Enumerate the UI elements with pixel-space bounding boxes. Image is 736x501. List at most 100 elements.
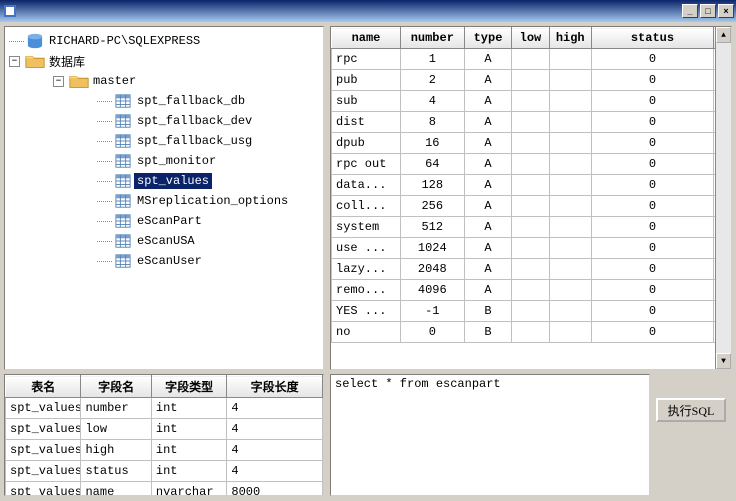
- table-row[interactable]: spt_valueslowint4: [6, 419, 323, 440]
- tree-label: spt_fallback_usg: [134, 133, 255, 149]
- tree-node[interactable]: spt_fallback_usg: [9, 131, 319, 151]
- cell: [512, 217, 549, 238]
- table-row[interactable]: rpc1A0: [332, 49, 731, 70]
- column-header[interactable]: name: [332, 28, 401, 49]
- sql-text: select * from escanpart: [335, 377, 501, 391]
- cell: A: [464, 49, 512, 70]
- table-row[interactable]: coll...256A0: [332, 196, 731, 217]
- cell: [512, 175, 549, 196]
- tree-node[interactable]: −master: [9, 71, 319, 91]
- tree-node[interactable]: eScanUser: [9, 251, 319, 271]
- column-header[interactable]: high: [549, 28, 591, 49]
- tree-view[interactable]: RICHARD-PC\SQLEXPRESS−数据库−masterspt_fall…: [4, 26, 324, 370]
- maximize-button[interactable]: □: [700, 4, 716, 18]
- sql-editor[interactable]: select * from escanpart: [330, 374, 650, 496]
- cell: [512, 301, 549, 322]
- tree-node[interactable]: spt_fallback_dev: [9, 111, 319, 131]
- cell: [549, 301, 591, 322]
- cell: [512, 322, 549, 343]
- cell: YES ...: [332, 301, 401, 322]
- cell: int: [151, 440, 226, 461]
- tree-node[interactable]: spt_fallback_db: [9, 91, 319, 111]
- minimize-button[interactable]: _: [682, 4, 698, 18]
- cell: [549, 154, 591, 175]
- tree-label: spt_values: [134, 173, 212, 189]
- cell: [549, 133, 591, 154]
- cell: spt_values: [6, 419, 81, 440]
- cell: [549, 322, 591, 343]
- cell: A: [464, 112, 512, 133]
- cell: [512, 133, 549, 154]
- table-icon: [112, 113, 134, 129]
- expander-icon[interactable]: −: [9, 56, 20, 67]
- cell: 0: [591, 217, 713, 238]
- tree-node[interactable]: − 数据库: [9, 51, 319, 71]
- column-header[interactable]: type: [464, 28, 512, 49]
- tree-node[interactable]: RICHARD-PC\SQLEXPRESS: [9, 31, 319, 51]
- cell: lazy...: [332, 259, 401, 280]
- cell: use ...: [332, 238, 401, 259]
- tree-label: 数据库: [46, 52, 88, 71]
- table-row[interactable]: YES ...-1B0: [332, 301, 731, 322]
- table-row[interactable]: spt_valuesnamenvarchar8000: [6, 482, 323, 497]
- tree-node[interactable]: spt_values: [9, 171, 319, 191]
- tree-node[interactable]: eScanUSA: [9, 231, 319, 251]
- table-row[interactable]: remo...4096A0: [332, 280, 731, 301]
- cell: [512, 259, 549, 280]
- cell: 0: [591, 175, 713, 196]
- cell: 0: [591, 133, 713, 154]
- column-header[interactable]: 字段类型: [151, 376, 226, 398]
- table-row[interactable]: no0B0: [332, 322, 731, 343]
- cell: data...: [332, 175, 401, 196]
- table-row[interactable]: use ...1024A0: [332, 238, 731, 259]
- cell: 0: [591, 112, 713, 133]
- cell: spt_values: [6, 461, 81, 482]
- table-icon: [112, 133, 134, 149]
- table-row[interactable]: dist8A0: [332, 112, 731, 133]
- scrollbar[interactable]: ▲ ▼: [715, 27, 731, 369]
- column-header[interactable]: 表名: [6, 376, 81, 398]
- cell: A: [464, 91, 512, 112]
- column-header[interactable]: 字段名: [81, 376, 151, 398]
- cell: 0: [591, 49, 713, 70]
- column-header[interactable]: number: [400, 28, 464, 49]
- tree-node[interactable]: MSreplication_options: [9, 191, 319, 211]
- cell: coll...: [332, 196, 401, 217]
- expander-icon[interactable]: −: [53, 76, 64, 87]
- column-header[interactable]: status: [591, 28, 713, 49]
- close-button[interactable]: ×: [718, 4, 734, 18]
- table-row[interactable]: spt_valuesnumberint4: [6, 398, 323, 419]
- cell: A: [464, 154, 512, 175]
- schema-grid[interactable]: 表名字段名字段类型字段长度spt_valuesnumberint4spt_val…: [4, 374, 324, 496]
- table-row[interactable]: data...128A0: [332, 175, 731, 196]
- table-row[interactable]: lazy...2048A0: [332, 259, 731, 280]
- tree-label: spt_fallback_dev: [134, 113, 255, 129]
- cell: [512, 91, 549, 112]
- table-row[interactable]: sub4A0: [332, 91, 731, 112]
- cell: [549, 280, 591, 301]
- execute-sql-button[interactable]: 执行SQL: [656, 398, 726, 422]
- table-row[interactable]: dpub16A0: [332, 133, 731, 154]
- cell: 0: [591, 280, 713, 301]
- table-row[interactable]: pub2A0: [332, 70, 731, 91]
- cell: 4096: [400, 280, 464, 301]
- data-grid[interactable]: namenumbertypelowhighstatus▲rpc1A0pub2A0…: [330, 26, 732, 370]
- tree-node[interactable]: spt_monitor: [9, 151, 319, 171]
- cell: low: [81, 419, 151, 440]
- scroll-up-icon[interactable]: ▲: [716, 27, 731, 43]
- column-header[interactable]: 字段长度: [227, 376, 323, 398]
- table-row[interactable]: spt_valueshighint4: [6, 440, 323, 461]
- cell: name: [81, 482, 151, 497]
- cell: system: [332, 217, 401, 238]
- table-row[interactable]: system512A0: [332, 217, 731, 238]
- column-header[interactable]: low: [512, 28, 549, 49]
- cell: sub: [332, 91, 401, 112]
- folder-icon: [24, 53, 46, 69]
- cell: nvarchar: [151, 482, 226, 497]
- scroll-down-icon[interactable]: ▼: [716, 353, 731, 369]
- table-row[interactable]: rpc out64A0: [332, 154, 731, 175]
- table-row[interactable]: spt_valuesstatusint4: [6, 461, 323, 482]
- cell: A: [464, 238, 512, 259]
- database-server-icon: [24, 33, 46, 49]
- tree-node[interactable]: eScanPart: [9, 211, 319, 231]
